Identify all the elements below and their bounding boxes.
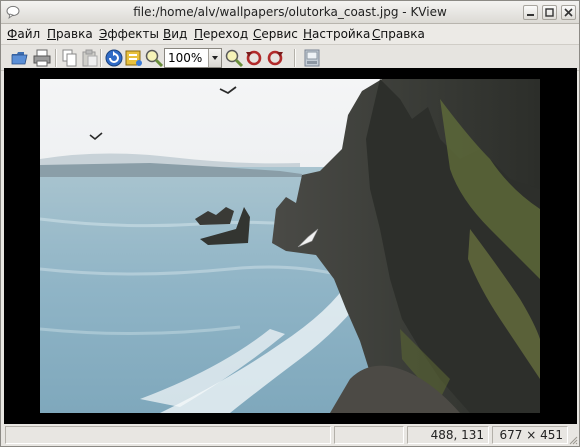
chevron-down-icon (212, 56, 218, 60)
status-bar: 488, 131 677 × 451 (1, 424, 579, 446)
menu-help[interactable]: Справка (372, 27, 425, 41)
menu-go[interactable]: Переход (194, 27, 248, 41)
image-dimensions: 677 × 451 (499, 428, 564, 442)
menu-effects[interactable]: Эффекты (99, 27, 159, 41)
menu-tools[interactable]: Сервис (253, 27, 298, 41)
maximize-button[interactable] (542, 5, 557, 20)
toolbar-separator (294, 49, 296, 67)
resize-grip-icon[interactable] (568, 435, 578, 445)
menu-bar: Файл Правка Эффекты Вид Переход Сервис Н… (1, 24, 579, 45)
menu-edit[interactable]: Правка (47, 27, 93, 41)
coast-photo (40, 79, 540, 413)
menu-file[interactable]: Файл (7, 27, 40, 41)
menu-view[interactable]: Вид (163, 27, 187, 41)
minimize-icon (527, 14, 534, 16)
zoom-value: 100% (168, 51, 203, 65)
paste-icon[interactable] (80, 48, 100, 68)
zoom-icon[interactable] (144, 48, 164, 68)
reload-icon[interactable] (104, 48, 124, 68)
zoom-dropdown-button[interactable] (208, 49, 221, 67)
rotate-left-icon[interactable] (244, 48, 264, 68)
kview-window: file:/home/alv/wallpapers/olutorka_coast… (0, 0, 580, 447)
print-icon[interactable] (32, 48, 52, 68)
status-message (5, 426, 331, 444)
status-dimensions: 677 × 451 (492, 426, 568, 444)
cursor-coords: 488, 131 (430, 428, 484, 442)
maximize-icon (545, 8, 554, 17)
toolbar-separator (100, 49, 102, 67)
close-icon (564, 8, 573, 17)
close-button[interactable] (561, 5, 576, 20)
status-empty-cell (334, 426, 404, 444)
open-icon[interactable] (10, 48, 30, 68)
status-coords: 488, 131 (407, 426, 489, 444)
slideshow-icon[interactable] (302, 48, 322, 68)
rotate-right-icon[interactable] (265, 48, 285, 68)
zoom-select[interactable]: 100% (164, 48, 222, 68)
title-bar[interactable]: file:/home/alv/wallpapers/olutorka_coast… (1, 1, 579, 24)
image-viewer[interactable] (4, 68, 577, 424)
window-title: file:/home/alv/wallpapers/olutorka_coast… (133, 5, 447, 19)
toolbar-separator (55, 49, 57, 67)
menu-settings[interactable]: Настройка (303, 27, 370, 41)
copy-icon[interactable] (60, 48, 80, 68)
properties-icon[interactable] (124, 48, 144, 68)
zoom-in-icon[interactable] (224, 48, 244, 68)
minimize-button[interactable] (523, 5, 538, 20)
